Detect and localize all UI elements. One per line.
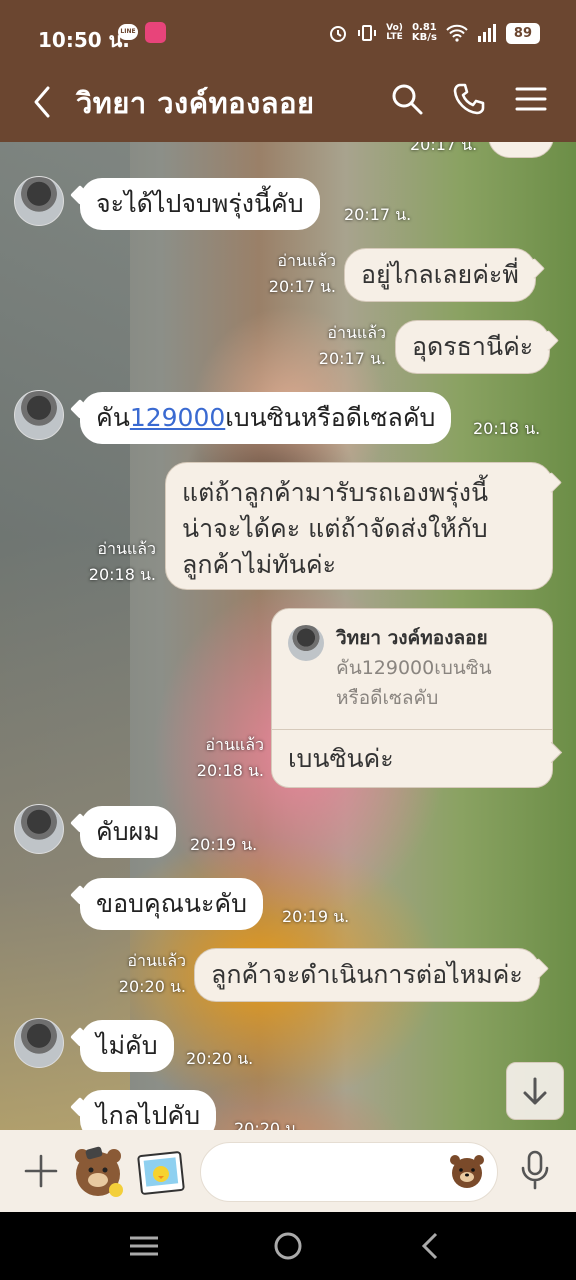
quoted-text: คัน129000เบนซิน หรือดีเซลคับ bbox=[336, 657, 492, 709]
line-app-icon: LINE bbox=[118, 24, 138, 40]
message-bubble-incoming[interactable]: คัน129000เบนซินหรือดีเซลคับ bbox=[80, 392, 452, 444]
message-time: 20:20 น. bbox=[234, 1119, 302, 1130]
message-time: 20:18 น. bbox=[473, 419, 541, 438]
message-time: 20:17 น. bbox=[410, 142, 478, 154]
chat-header: วิทยา วงค์ทองลอย bbox=[0, 66, 576, 142]
message-input[interactable] bbox=[219, 1143, 453, 1201]
contact-name[interactable]: วิทยา วงค์ทองลอย bbox=[76, 80, 315, 126]
message-time: 20:20 น. bbox=[118, 977, 186, 996]
contact-avatar[interactable] bbox=[14, 176, 64, 226]
message-time: 20:19 น. bbox=[190, 835, 258, 854]
network-type: Vo) LTE bbox=[386, 23, 403, 42]
phone-icon[interactable] bbox=[452, 82, 486, 116]
chat-area[interactable]: 20:17 น. จะได้ไปจบพรุ่งนี้คับ 20:17 น. อ… bbox=[0, 142, 576, 1130]
message-bubble-outgoing[interactable]: อยู่ไกลเลยค่ะพี่ bbox=[344, 248, 536, 302]
recent-apps-icon[interactable] bbox=[126, 1230, 162, 1262]
arrow-down-icon bbox=[523, 1077, 547, 1105]
message-bubble-outgoing[interactable]: แต่ถ้าลูกค้ามารับรถเองพรุ่งนี้ น่าจะได้ค… bbox=[165, 462, 553, 590]
system-navigation-bar bbox=[0, 1212, 576, 1280]
bear-emoji-icon[interactable] bbox=[448, 1152, 486, 1190]
battery-icon: 89 bbox=[505, 22, 540, 44]
quoted-sender: วิทยา วงค์ทองลอย bbox=[336, 627, 488, 649]
message-bubble-incoming[interactable]: จะได้ไปจบพรุ่งนี้คับ bbox=[80, 178, 320, 230]
read-receipt: อ่านแล้ว bbox=[327, 323, 386, 342]
nav-back-icon[interactable] bbox=[414, 1230, 450, 1262]
message-bubble-outgoing[interactable]: อุดรธานีค่ะ bbox=[395, 320, 551, 374]
message-time: 20:17 น. bbox=[344, 205, 412, 224]
message-bubble-incoming[interactable]: คับผม bbox=[80, 806, 176, 858]
contact-avatar[interactable] bbox=[14, 390, 64, 440]
contact-avatar[interactable] bbox=[14, 1018, 64, 1068]
message-bubble-incoming[interactable]: ขอบคุณนะคับ bbox=[80, 878, 264, 930]
sally-photo-sticker-icon[interactable] bbox=[136, 1150, 186, 1196]
read-receipt: อ่านแล้ว bbox=[97, 539, 156, 558]
message-time: 20:17 น. bbox=[318, 349, 386, 368]
reply-text: เบนซินค่ะ bbox=[288, 744, 394, 773]
read-receipt: อ่านแล้ว bbox=[205, 735, 264, 754]
signal-icon bbox=[477, 24, 496, 42]
wifi-icon bbox=[446, 24, 468, 42]
status-time: 10:50 น. bbox=[38, 28, 130, 52]
message-input-bar bbox=[0, 1130, 576, 1212]
reply-divider bbox=[272, 729, 552, 730]
search-icon[interactable] bbox=[390, 82, 424, 116]
message-bubble-outgoing[interactable]: ลูกค้าจะดำเนินการต่อไหมค่ะ bbox=[194, 948, 540, 1002]
contact-avatar[interactable] bbox=[14, 804, 64, 854]
quoted-avatar bbox=[288, 625, 324, 661]
status-icons: Vo) LTE 0.81 KB/s 89 bbox=[328, 20, 540, 46]
message-time: 20:19 น. bbox=[282, 907, 350, 926]
home-icon[interactable] bbox=[270, 1230, 306, 1262]
network-speed: 0.81 KB/s bbox=[411, 22, 437, 43]
message-bubble-incoming[interactable]: ไม่คับ bbox=[80, 1020, 174, 1072]
phone-number-link[interactable]: 129000 bbox=[130, 403, 225, 432]
reply-message-bubble[interactable]: วิทยา วงค์ทองลอย คัน129000เบนซิน หรือดีเ… bbox=[271, 608, 553, 788]
menu-icon[interactable] bbox=[514, 82, 548, 116]
microphone-icon[interactable] bbox=[518, 1150, 552, 1190]
message-time: 20:18 น. bbox=[88, 565, 156, 584]
message-bubble-outgoing[interactable] bbox=[488, 142, 554, 158]
message-bubble-incoming[interactable]: ไกลไปคับ bbox=[80, 1090, 217, 1130]
app-notification-icon bbox=[145, 22, 166, 43]
plus-icon[interactable] bbox=[24, 1154, 58, 1188]
alarm-icon bbox=[330, 26, 347, 42]
message-time: 20:20 น. bbox=[186, 1049, 254, 1068]
back-arrow-icon[interactable] bbox=[28, 84, 58, 120]
read-receipt: อ่านแล้ว bbox=[127, 951, 186, 970]
scroll-to-bottom-button[interactable] bbox=[506, 1062, 564, 1120]
vibrate-icon bbox=[358, 25, 377, 41]
message-time: 20:18 น. bbox=[196, 761, 264, 780]
message-time: 20:17 น. bbox=[268, 277, 336, 296]
status-bar: 10:50 น. LINE Vo) LTE 0.81 KB/s 89 bbox=[0, 0, 576, 66]
brown-sticker-icon[interactable] bbox=[70, 1144, 126, 1200]
read-receipt: อ่านแล้ว bbox=[277, 251, 336, 270]
